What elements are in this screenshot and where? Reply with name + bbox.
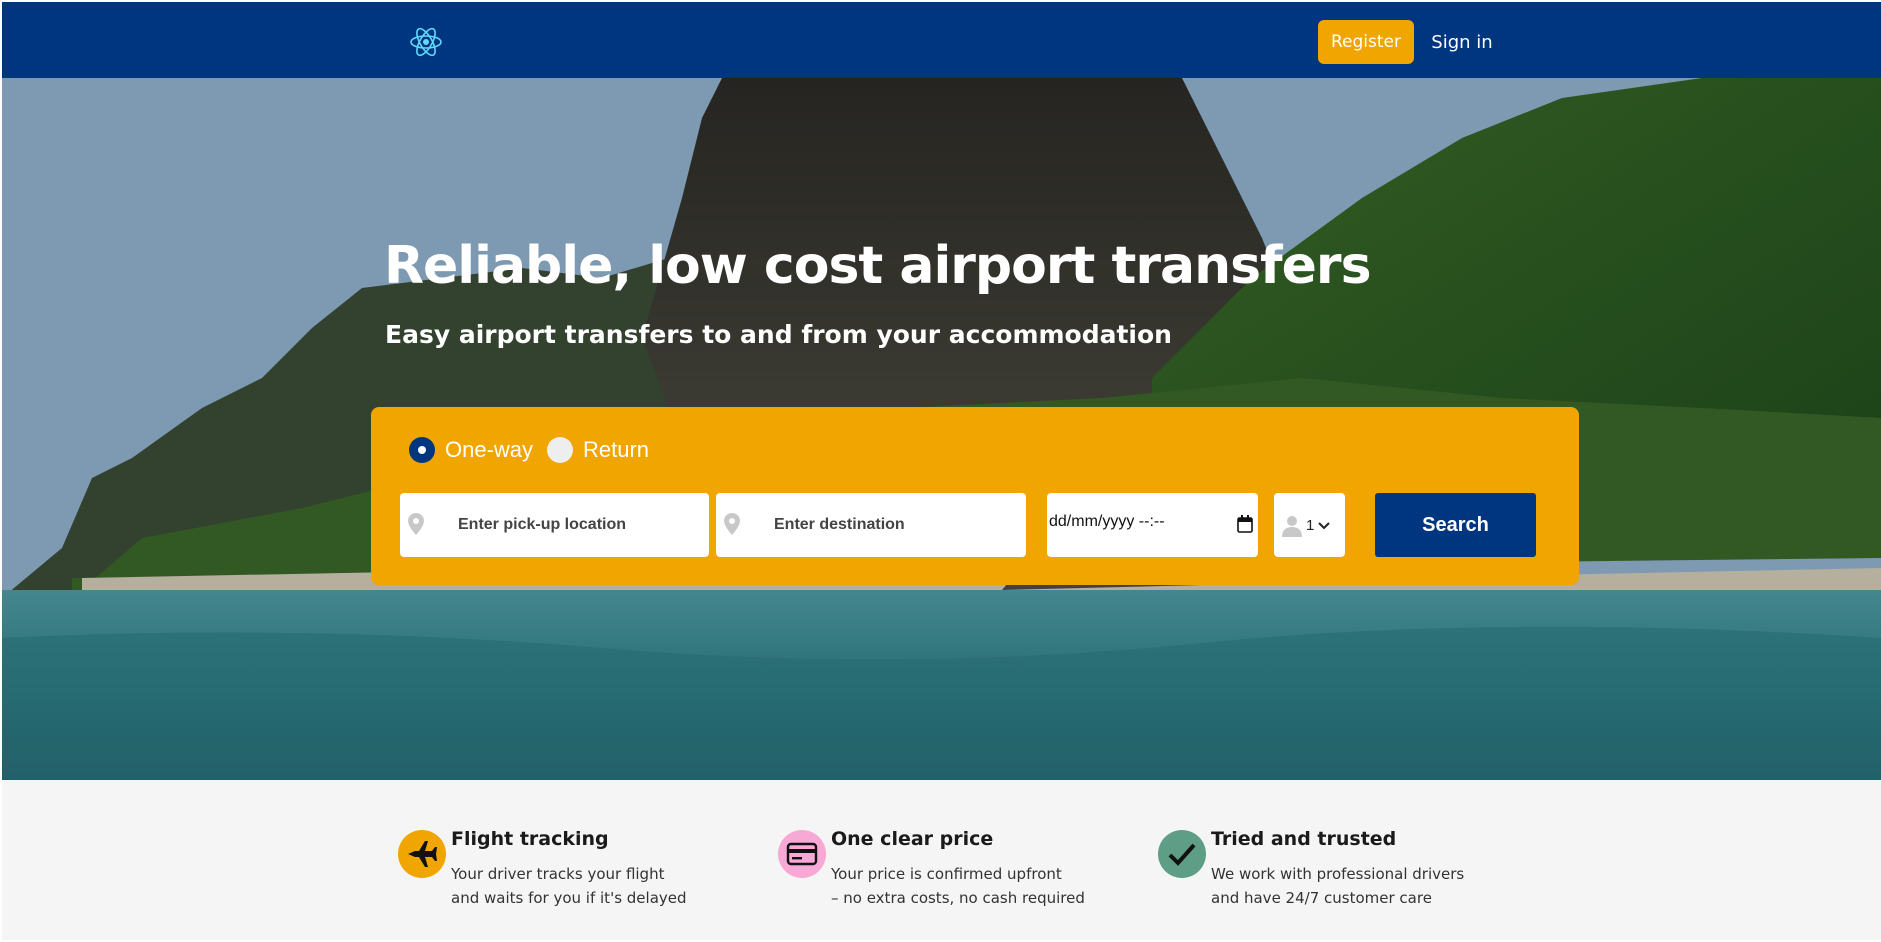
register-button[interactable]: Register: [1318, 20, 1414, 64]
feature-description-line: and waits for you if it's delayed: [451, 889, 687, 907]
trip-type-return[interactable]: Return: [547, 435, 649, 465]
one-way-label: One-way: [445, 437, 534, 462]
return-radio[interactable]: [547, 437, 573, 463]
datetime-input[interactable]: dd/mm/yyyy --:--: [1047, 493, 1258, 557]
airplane-icon: [398, 830, 446, 878]
top-navbar: Register Sign in: [2, 2, 1881, 78]
feature-description-line: and have 24/7 customer care: [1211, 889, 1432, 907]
location-pin-icon: [408, 513, 424, 535]
datetime-placeholder: dd/mm/yyyy --:--: [1049, 513, 1165, 530]
hero-banner: Reliable, low cost airport transfers Eas…: [2, 78, 1881, 780]
search-panel: One-way Return dd/mm/yyyy --:--: [371, 407, 1579, 585]
search-button[interactable]: Search: [1375, 493, 1536, 557]
location-pin-icon: [724, 513, 740, 535]
pickup-location-input[interactable]: [458, 507, 698, 543]
feature-tried-and-trusted: Tried and trusted We work with professio…: [1158, 780, 1518, 907]
checkmark-icon: [1158, 830, 1206, 878]
passengers-value: 1: [1306, 517, 1315, 534]
hero-title: Reliable, low cost airport transfers: [384, 236, 1372, 296]
one-way-radio[interactable]: [409, 437, 435, 463]
destination-input[interactable]: [774, 507, 1014, 543]
calendar-icon[interactable]: [1237, 515, 1253, 533]
hero-subtitle: Easy airport transfers to and from your …: [385, 320, 1172, 349]
feature-title: Tried and trusted: [1211, 828, 1397, 850]
feature-description: Your driver tracks your flight and waits…: [451, 862, 687, 910]
features-section: Flight tracking Your driver tracks your …: [2, 780, 1881, 940]
react-atom-icon[interactable]: [409, 26, 443, 58]
chevron-down-icon: [1318, 522, 1330, 530]
feature-description-line: – no extra costs, no cash required: [831, 889, 1085, 907]
feature-description-line: Your driver tracks your flight: [451, 865, 665, 883]
return-label: Return: [583, 437, 650, 462]
user-icon: [1282, 516, 1302, 537]
feature-description-line: Your price is confirmed upfront: [831, 865, 1062, 883]
feature-description: We work with professional drivers and ha…: [1211, 862, 1464, 910]
pickup-field: [400, 493, 709, 557]
trip-type-one-way[interactable]: One-way: [409, 435, 533, 465]
passengers-select[interactable]: 1: [1274, 493, 1345, 557]
credit-card-icon: [778, 830, 826, 878]
feature-title: Flight tracking: [451, 828, 609, 850]
feature-one-clear-price: One clear price Your price is confirmed …: [778, 780, 1138, 907]
destination-field: [716, 493, 1026, 557]
feature-description-line: We work with professional drivers: [1211, 865, 1465, 883]
feature-flight-tracking: Flight tracking Your driver tracks your …: [398, 780, 758, 907]
sign-in-button[interactable]: Sign in: [1426, 20, 1498, 64]
feature-description: Your price is confirmed upfront – no ext…: [831, 862, 1085, 910]
feature-title: One clear price: [831, 828, 994, 850]
